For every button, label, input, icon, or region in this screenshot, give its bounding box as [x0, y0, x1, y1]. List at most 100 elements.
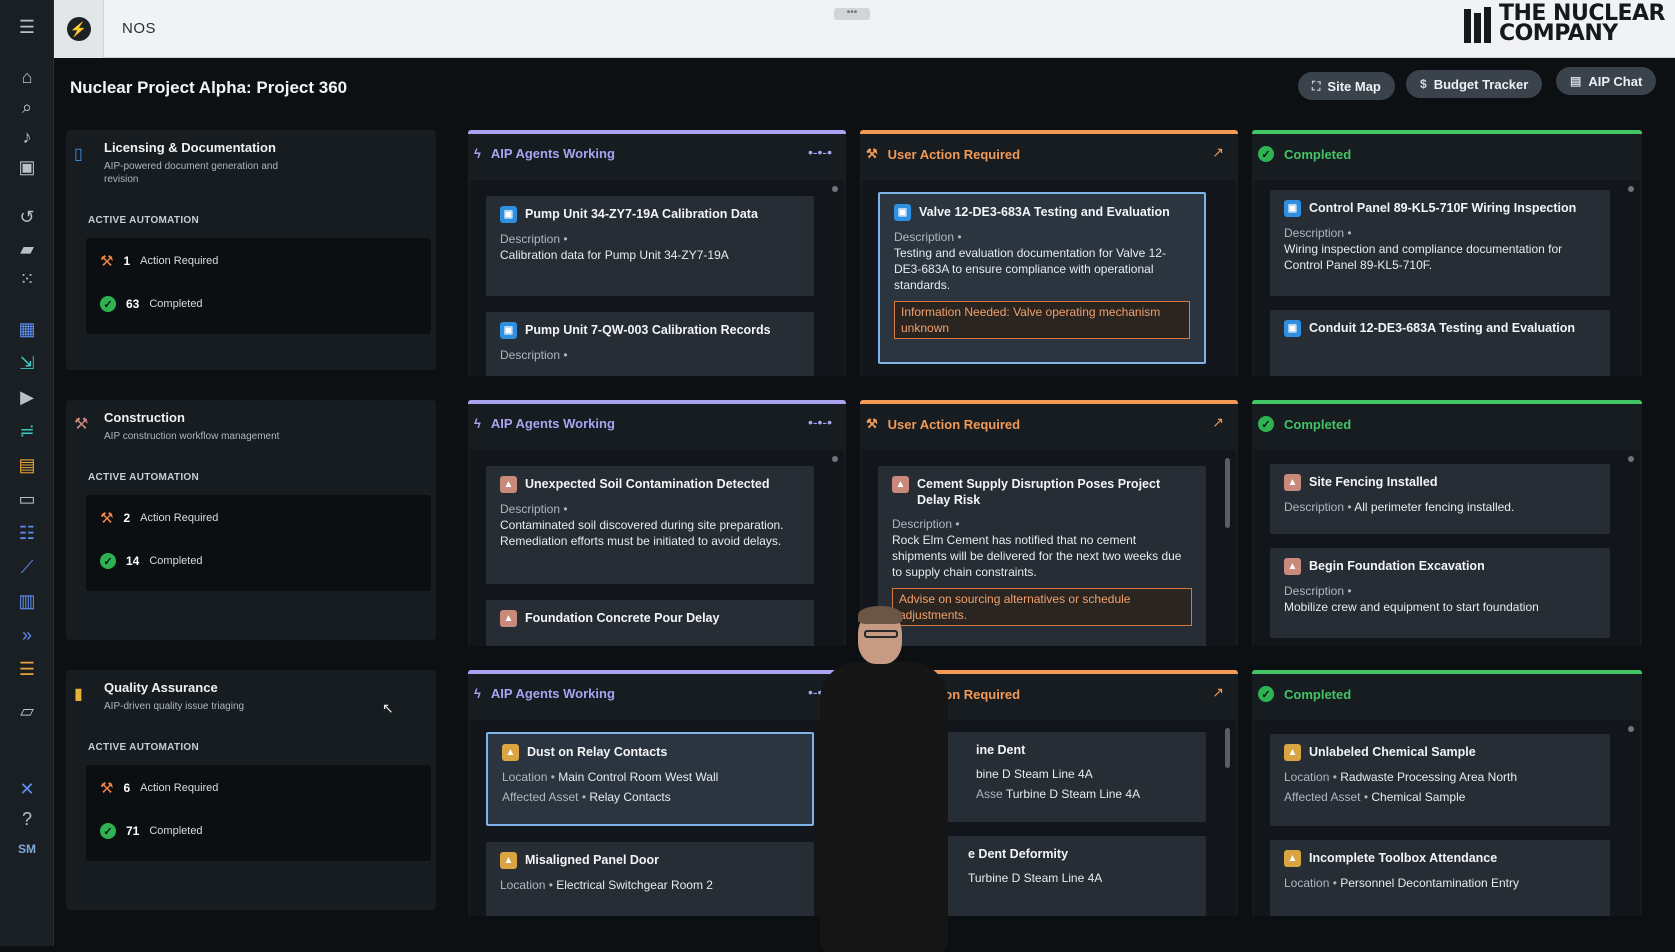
- task-card[interactable]: ▲ Site Fencing Installed Description • Al…: [1270, 464, 1610, 534]
- card-title: Cement Supply Disruption Poses Project D…: [917, 477, 1161, 507]
- check-icon: ✓: [100, 296, 116, 312]
- pipeline-icon[interactable]: ≓: [0, 416, 54, 446]
- scrollbar[interactable]: [832, 456, 838, 462]
- task-card[interactable]: ▣ Pump Unit 7-QW-003 Calibration Records …: [486, 312, 814, 376]
- database-icon[interactable]: ▤: [0, 450, 54, 480]
- construction-summary-panel: ⚒ Construction AIP construction workflow…: [66, 400, 436, 640]
- site-map-button[interactable]: ⛶ Site Map: [1298, 72, 1395, 100]
- action-required-row[interactable]: ⚒ 2 Action Required: [100, 509, 218, 527]
- completed-row[interactable]: ✓ 63 Completed: [100, 296, 203, 312]
- column-body: ▣ Valve 12-DE3-683A Testing and Evaluatio…: [862, 180, 1236, 376]
- stack-icon[interactable]: ☰: [0, 654, 54, 684]
- notifications-icon[interactable]: ♪: [0, 122, 54, 152]
- card-title: ine Dent: [976, 743, 1026, 757]
- agents-working-column: ϟAIP Agents Working •-•-• ▲Dust on Relay…: [468, 670, 846, 916]
- search-icon[interactable]: ⌕: [0, 92, 54, 122]
- help-icon[interactable]: ?: [0, 804, 54, 834]
- warning-icon: ▲: [1284, 744, 1301, 761]
- card-description: Rock Elm Cement has notified that no cem…: [892, 533, 1182, 579]
- external-link-icon[interactable]: ↗: [1212, 144, 1224, 161]
- agents-progress-icon: •-•-•: [807, 414, 832, 430]
- grid-icon[interactable]: ⁙: [0, 264, 54, 294]
- budget-tracker-button[interactable]: $ Budget Tracker: [1406, 70, 1543, 98]
- asset-label: Asse: [976, 787, 1003, 801]
- dashboard-icon[interactable]: ▦: [0, 314, 54, 344]
- chat-icon: ▤: [1570, 74, 1582, 88]
- completed-row[interactable]: ✓ 14 Completed: [100, 553, 203, 569]
- history-icon[interactable]: ↺: [0, 202, 54, 232]
- card-description: Contaminated soil discovered during site…: [500, 518, 784, 548]
- column-body: ▲ Unexpected Soil Contamination Detected …: [470, 450, 844, 646]
- external-link-icon[interactable]: ↗: [1212, 414, 1224, 431]
- action-count: 1: [123, 254, 131, 268]
- apps-gift-icon[interactable]: ▣: [0, 152, 54, 182]
- scrollbar[interactable]: [1628, 186, 1634, 192]
- bolt-icon: ⚡: [66, 17, 91, 41]
- scrollbar[interactable]: [1628, 726, 1634, 732]
- folder-icon[interactable]: ▰: [0, 234, 54, 264]
- card-title: Control Panel 89-KL5-710F Wiring Inspect…: [1309, 201, 1577, 215]
- task-card[interactable]: ▣ Conduit 12-DE3-683A Testing and Evaluat…: [1270, 310, 1610, 376]
- completed-label: Completed: [149, 825, 203, 837]
- user-avatar[interactable]: SM: [0, 834, 54, 864]
- action-count: 2: [123, 511, 131, 525]
- external-link-icon[interactable]: ↗: [1212, 684, 1224, 701]
- scrollbar[interactable]: [832, 186, 838, 192]
- action-required-row[interactable]: ⚒ 6 Action Required: [100, 779, 218, 797]
- window-handle-icon[interactable]: •••: [834, 8, 870, 20]
- document-icon: ▯: [74, 146, 83, 163]
- asset-label: Affected Asset •: [502, 790, 587, 804]
- location-value: Personnel Decontamination Entry: [1340, 876, 1520, 890]
- warning-icon: ▲: [502, 744, 519, 761]
- bar-chart-icon[interactable]: ▥: [0, 586, 54, 616]
- task-card-selected[interactable]: ▲ Dust on Relay Contacts Location • Main …: [486, 732, 814, 826]
- scrollbar[interactable]: [1225, 728, 1230, 768]
- hammer-icon: ⚒: [866, 146, 878, 161]
- chevrons-icon[interactable]: »: [0, 620, 54, 650]
- completed-label: Completed: [149, 298, 203, 310]
- completed-row[interactable]: ✓ 71 Completed: [100, 823, 203, 839]
- task-card[interactable]: ▣ Control Panel 89-KL5-710F Wiring Inspec…: [1270, 190, 1610, 296]
- location-value: bine D Steam Line 4A: [976, 767, 1093, 781]
- menu-icon[interactable]: ☰: [0, 12, 54, 42]
- list-icon[interactable]: ☷: [0, 518, 54, 548]
- network-icon[interactable]: ✕: [0, 774, 54, 804]
- hammer-icon: ⚒: [866, 416, 878, 431]
- user-action-column: ⚒ User Action Required ↗ ▣ Valve 12-DE3-68…: [860, 130, 1238, 376]
- check-icon: ✓: [100, 823, 116, 839]
- scrollbar[interactable]: [1628, 456, 1634, 462]
- app-launcher[interactable]: ⚡: [54, 0, 104, 58]
- task-card[interactable]: ▣ Pump Unit 34-ZY7-19A Calibration Data D…: [486, 196, 814, 296]
- action-required-row[interactable]: ⚒ 1 Action Required: [100, 252, 218, 270]
- card-title: e Dent Deformity: [968, 847, 1069, 861]
- presenter-figure: [820, 606, 950, 952]
- aip-chat-button[interactable]: ▤ AIP Chat: [1556, 67, 1657, 95]
- home-icon[interactable]: ⌂: [0, 62, 54, 92]
- card-title: Site Fencing Installed: [1309, 475, 1438, 489]
- open-folder-icon[interactable]: ▱: [0, 696, 54, 726]
- task-card[interactable]: ▲ Begin Foundation Excavation Description…: [1270, 548, 1610, 638]
- active-automation-label: ACTIVE AUTOMATION: [88, 742, 200, 753]
- dollar-icon: $: [1420, 77, 1427, 91]
- lightning-icon: ϟ: [474, 146, 481, 161]
- document-icon: ▣: [500, 206, 517, 223]
- alert-icon: ▲: [1284, 474, 1301, 491]
- task-card[interactable]: ▲ Unexpected Soil Contamination Detected …: [486, 466, 814, 584]
- completed-label: Completed: [149, 555, 203, 567]
- task-card[interactable]: ▲ Misaligned Panel Door Location • Electr…: [486, 842, 814, 916]
- card-label: Description •: [500, 232, 568, 246]
- line-chart-icon[interactable]: ⟋: [0, 552, 54, 582]
- document-icon: ▣: [500, 322, 517, 339]
- task-card[interactable]: ▲ Incomplete Toolbox Attendance Location …: [1270, 840, 1610, 916]
- task-card-selected[interactable]: ▣ Valve 12-DE3-683A Testing and Evaluatio…: [878, 192, 1206, 364]
- workflow-icon[interactable]: ⇲: [0, 348, 54, 378]
- scrollbar[interactable]: [1225, 458, 1230, 528]
- monitor-icon[interactable]: ▭: [0, 484, 54, 514]
- task-card[interactable]: ▲ Unlabeled Chemical Sample Location • Ra…: [1270, 734, 1610, 826]
- alert-icon: ▲: [500, 476, 517, 493]
- video-icon[interactable]: ▶: [0, 382, 54, 412]
- hammer-icon: ⚒: [100, 780, 114, 797]
- task-card[interactable]: ▲ Foundation Concrete Pour Delay: [486, 600, 814, 646]
- check-icon: ✓: [1258, 686, 1274, 702]
- card-label: Description •: [892, 517, 960, 531]
